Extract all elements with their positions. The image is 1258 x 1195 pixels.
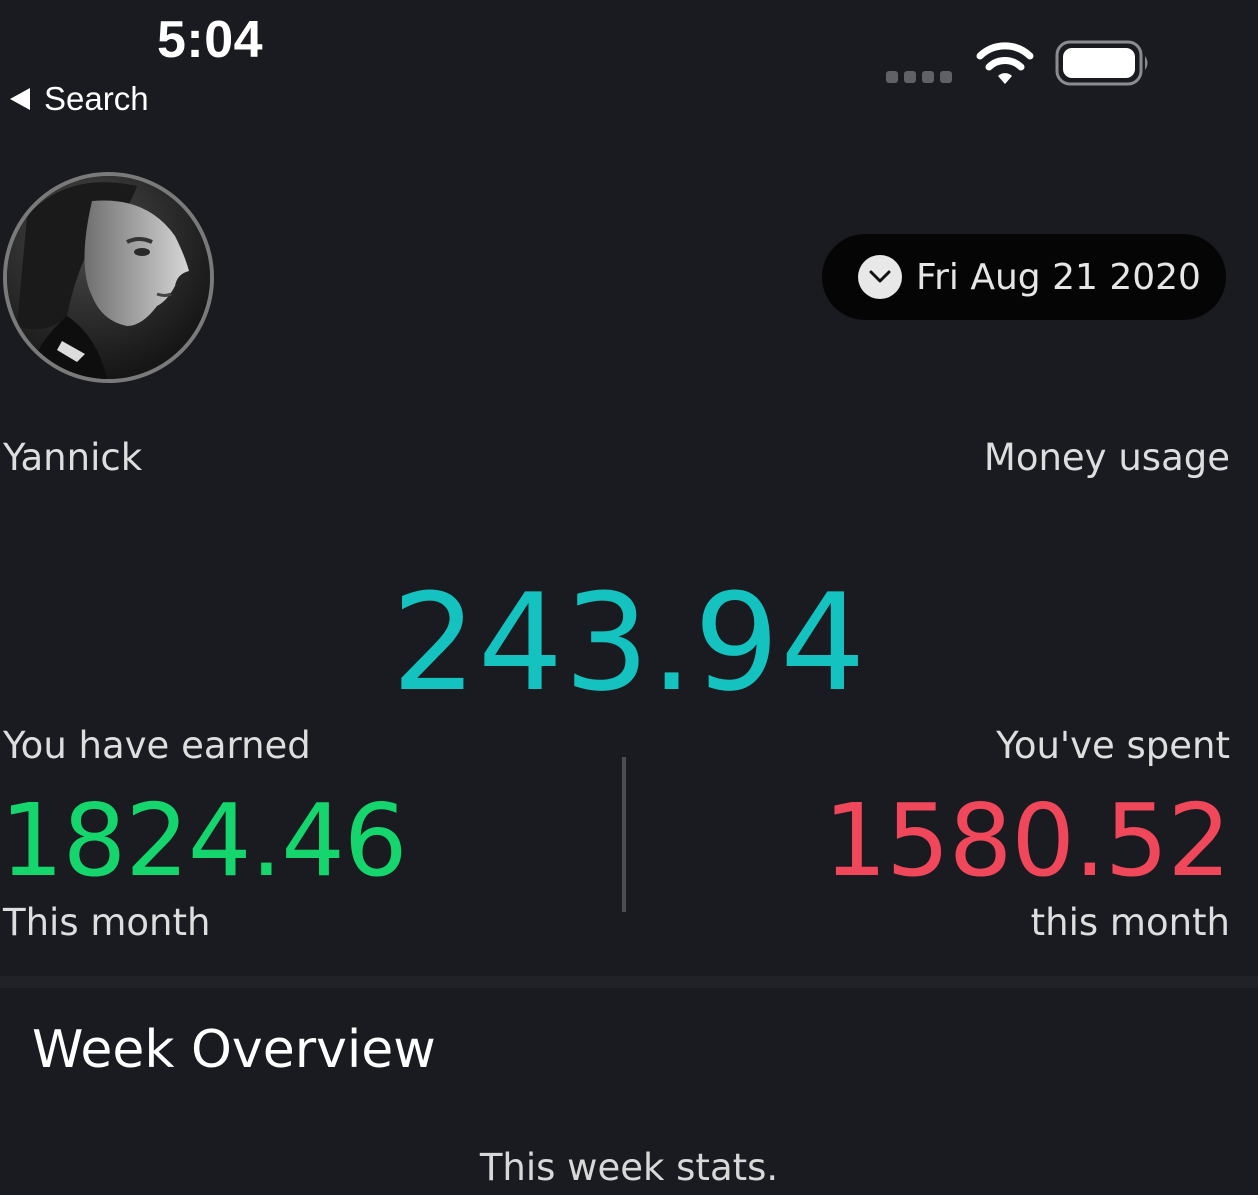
earned-value: 1824.46: [0, 782, 408, 899]
money-usage-label: Money usage: [983, 436, 1230, 479]
user-name: Yannick: [3, 436, 143, 479]
vertical-divider: [622, 757, 626, 912]
battery-icon: [1055, 40, 1148, 86]
cellular-signal-icon: [886, 71, 952, 83]
wifi-icon: [976, 42, 1034, 84]
week-overview-title: Week Overview: [32, 1020, 436, 1080]
spent-label: You've spent: [996, 724, 1230, 767]
back-button[interactable]: Search: [10, 80, 149, 118]
earned-period: This month: [3, 901, 211, 944]
date-value: Fri Aug 21 2020: [916, 256, 1201, 298]
profile-photo-icon: [7, 176, 210, 379]
spent-value: 1580.52: [823, 782, 1231, 899]
back-arrow-icon: [10, 88, 30, 110]
earned-label: You have earned: [3, 724, 311, 767]
balance-value: 243.94: [391, 565, 867, 721]
spent-period: this month: [1030, 901, 1230, 944]
section-divider: [0, 976, 1258, 988]
chevron-down-icon: [858, 255, 902, 299]
avatar[interactable]: [3, 172, 214, 383]
back-label: Search: [44, 80, 149, 117]
date-picker-button[interactable]: Fri Aug 21 2020: [822, 234, 1226, 320]
week-stats-subtitle: This week stats.: [479, 1146, 779, 1189]
app-screen: 5:04 Search Fri Aug 21 2020 Yannick Mone…: [0, 0, 1258, 1195]
status-time: 5:04: [157, 11, 264, 69]
